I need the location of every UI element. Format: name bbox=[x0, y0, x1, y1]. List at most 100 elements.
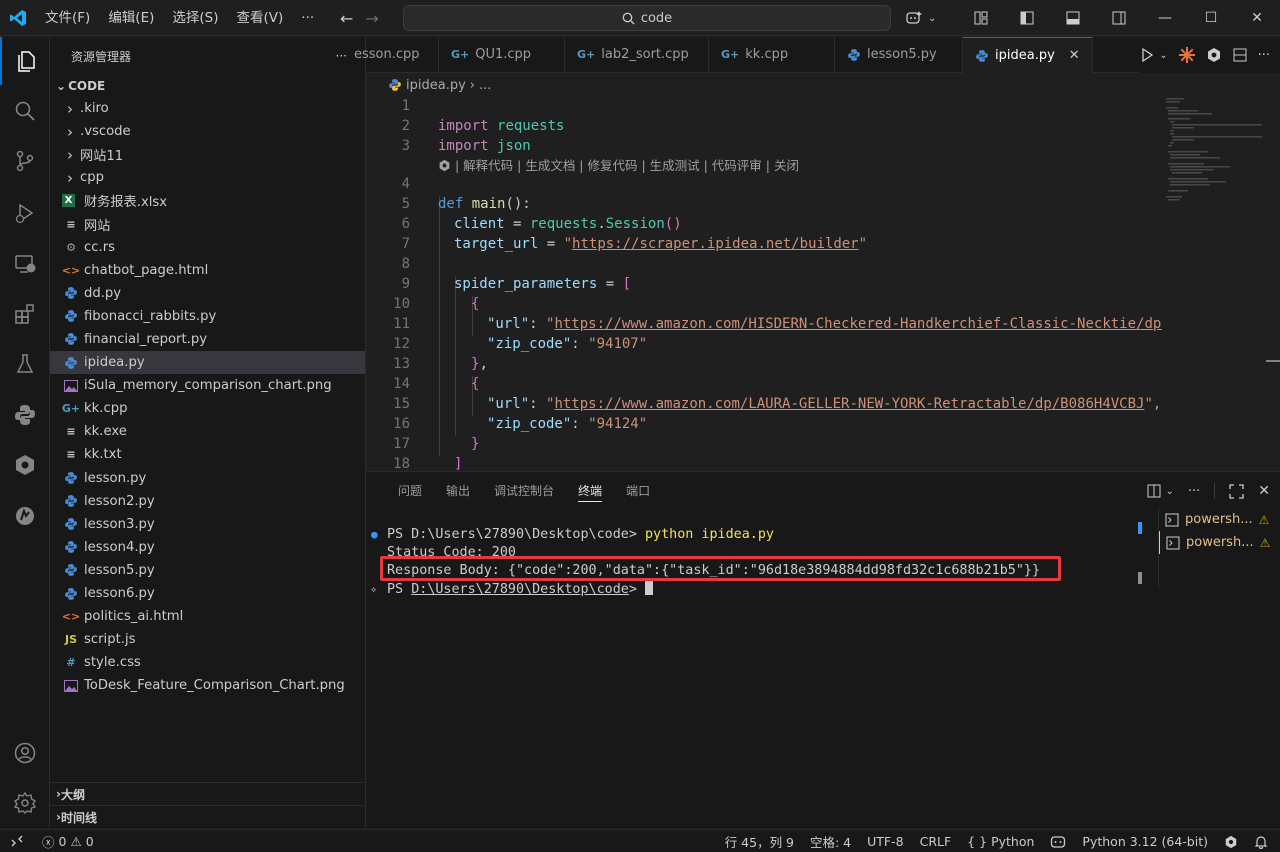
split-editor-icon[interactable] bbox=[1232, 47, 1248, 63]
tab-terminal[interactable]: 终端 bbox=[566, 472, 614, 510]
tab-ports[interactable]: 端口 bbox=[614, 472, 662, 510]
problems-indicator[interactable]: ⓧ 0 ⚠ 0 bbox=[34, 832, 102, 851]
run-debug-icon[interactable] bbox=[0, 189, 50, 237]
settings-gear-icon[interactable] bbox=[0, 779, 50, 827]
outline-section[interactable]: › 大纲 bbox=[50, 782, 366, 805]
language-mode[interactable]: { } Python bbox=[959, 834, 1042, 849]
assistant-extension-icon[interactable] bbox=[0, 492, 50, 540]
extensions-icon[interactable] bbox=[0, 290, 50, 338]
file-item[interactable]: ToDesk_Feature_Comparison_Chart.png bbox=[50, 674, 365, 697]
command-center-search[interactable]: code bbox=[403, 5, 891, 31]
tab-esson-cpp[interactable]: G+esson.cpp bbox=[354, 37, 439, 72]
file-item[interactable]: ipidea.py bbox=[50, 351, 365, 375]
terminal-path[interactable]: D:\Users\27890\Desktop\code bbox=[411, 582, 629, 597]
layout-customize-icon[interactable] bbox=[958, 0, 1004, 36]
toggle-secondary-sidebar-icon[interactable] bbox=[1096, 0, 1142, 36]
cursor-position[interactable]: 行 45，列 9 bbox=[717, 832, 802, 851]
folder-item[interactable]: › 网站11 bbox=[50, 143, 365, 166]
file-item[interactable]: ≡ kk.exe bbox=[50, 420, 365, 443]
account-icon[interactable] bbox=[0, 729, 50, 777]
codelens-actions[interactable]: | 解释代码 | 生成文档 | 修复代码 | 生成测试 | 代码评审 | 关闭 bbox=[438, 155, 799, 173]
tab-problems[interactable]: 问题 bbox=[386, 472, 434, 510]
explorer-more-button[interactable]: ··· bbox=[336, 49, 347, 63]
folder-item[interactable]: › .vscode bbox=[50, 120, 365, 143]
file-item[interactable]: <> chatbot_page.html bbox=[50, 259, 365, 282]
file-item[interactable]: lesson2.py bbox=[50, 490, 365, 513]
file-item[interactable]: <> politics_ai.html bbox=[50, 605, 365, 628]
file-item[interactable]: lesson5.py bbox=[50, 559, 365, 582]
codegeex-icon[interactable] bbox=[0, 441, 50, 489]
workspace-root[interactable]: ⌄ CODE bbox=[50, 75, 365, 97]
file-item[interactable]: iSula_memory_comparison_chart.png bbox=[50, 374, 365, 397]
file-item[interactable]: ≡ kk.txt bbox=[50, 443, 365, 466]
more-actions-icon[interactable]: ··· bbox=[1188, 484, 1200, 499]
tab-qu1-cpp[interactable]: G+ QU1.cpp bbox=[439, 37, 565, 72]
search-icon[interactable] bbox=[0, 87, 50, 135]
python-interpreter[interactable]: Python 3.12 (64-bit) bbox=[1074, 834, 1216, 849]
close-tab-icon[interactable]: ✕ bbox=[1069, 48, 1080, 63]
menu-selection[interactable]: 选择(S) bbox=[163, 0, 227, 36]
encoding[interactable]: UTF-8 bbox=[859, 834, 911, 849]
editor-scrollbar[interactable] bbox=[1266, 96, 1280, 470]
terminal-instance[interactable]: powersh... ⚠ bbox=[1159, 508, 1280, 531]
explorer-icon[interactable] bbox=[0, 37, 50, 85]
codelens-text[interactable]: | 解释代码 | 生成文档 | 修复代码 | 生成测试 | 代码评审 | 关闭 bbox=[455, 158, 799, 173]
terminal-scrollbar[interactable] bbox=[1138, 522, 1142, 586]
forward-arrow-icon[interactable]: → bbox=[365, 9, 378, 28]
file-item[interactable]: lesson.py bbox=[50, 467, 365, 490]
folder-item[interactable]: › .kiro bbox=[50, 97, 365, 120]
split-terminal-icon[interactable]: ⌄ bbox=[1146, 483, 1174, 499]
file-item[interactable]: fibonacci_rabbits.py bbox=[50, 305, 365, 328]
remote-explorer-icon[interactable] bbox=[0, 240, 50, 288]
tab-ipidea-py[interactable]: ipidea.py ✕ bbox=[963, 37, 1093, 73]
remote-indicator-icon[interactable] bbox=[0, 834, 34, 848]
file-item[interactable]: lesson6.py bbox=[50, 582, 365, 605]
more-actions-icon[interactable]: ··· bbox=[1258, 48, 1270, 63]
sparkle-icon[interactable] bbox=[1178, 46, 1196, 64]
file-item[interactable]: # style.css bbox=[50, 651, 365, 674]
scrollbar-thumb[interactable] bbox=[1138, 572, 1142, 584]
indentation[interactable]: 空格: 4 bbox=[802, 832, 859, 851]
menu-file[interactable]: 文件(F) bbox=[36, 0, 99, 36]
minimap[interactable] bbox=[1162, 96, 1266, 470]
source-control-icon[interactable] bbox=[0, 137, 50, 185]
menu-view[interactable]: 查看(V) bbox=[228, 0, 293, 36]
minimize-icon[interactable]: — bbox=[1142, 0, 1188, 36]
folder-item[interactable]: › cpp bbox=[50, 166, 365, 189]
codegeex-status-icon[interactable] bbox=[1216, 835, 1246, 849]
tab-debug-console[interactable]: 调试控制台 bbox=[482, 472, 566, 510]
codegeex-tab-icon[interactable] bbox=[1206, 47, 1222, 63]
copilot-status-icon[interactable] bbox=[1042, 835, 1074, 849]
menu-more[interactable]: ··· bbox=[292, 0, 323, 36]
toggle-sidebar-icon[interactable] bbox=[1004, 0, 1050, 36]
line-ending[interactable]: CRLF bbox=[912, 834, 960, 849]
vscode-logo-icon[interactable] bbox=[0, 0, 36, 36]
file-item[interactable]: dd.py bbox=[50, 282, 365, 305]
maximize-panel-icon[interactable] bbox=[1229, 483, 1244, 499]
close-panel-icon[interactable]: ✕ bbox=[1258, 483, 1270, 499]
file-item[interactable]: financial_report.py bbox=[50, 328, 365, 351]
notifications-bell-icon[interactable] bbox=[1246, 835, 1280, 849]
testing-flask-icon[interactable] bbox=[0, 340, 50, 388]
file-item[interactable]: lesson3.py bbox=[50, 513, 365, 536]
tab-output[interactable]: 输出 bbox=[434, 472, 482, 510]
breadcrumb-symbol[interactable]: ... bbox=[479, 78, 491, 93]
python-icon[interactable] bbox=[0, 391, 50, 439]
file-item[interactable]: X 财务报表.xlsx bbox=[50, 189, 365, 212]
toggle-panel-icon[interactable] bbox=[1050, 0, 1096, 36]
scrollbar-thumb[interactable] bbox=[1138, 522, 1142, 534]
url-link[interactable]: https://scraper.ipidea.net/builder bbox=[572, 236, 859, 252]
tab-lesson5-py[interactable]: lesson5.py bbox=[835, 37, 963, 72]
code-editor[interactable]: 1 2 3 4 5 6 7 8 9 10 11 12 13 14 15 16 17 18 import reque… bbox=[366, 96, 1162, 470]
terminal-instance[interactable]: powersh... ⚠ bbox=[1159, 531, 1280, 554]
tab-kk-cpp[interactable]: G+ kk.cpp bbox=[709, 37, 835, 72]
chevron-down-icon[interactable]: ⌄ bbox=[928, 13, 936, 24]
maximize-icon[interactable]: ☐ bbox=[1188, 0, 1234, 36]
copilot-icon[interactable] bbox=[900, 0, 928, 36]
tab-lab2-sort-cpp[interactable]: G+ lab2_sort.cpp bbox=[565, 37, 709, 72]
run-file-icon[interactable] bbox=[1139, 47, 1155, 63]
file-item[interactable]: G+ kk.cpp bbox=[50, 397, 365, 420]
timeline-section[interactable]: › 时间线 bbox=[50, 805, 366, 828]
file-item[interactable]: ⚙ cc.rs bbox=[50, 236, 365, 259]
menu-edit[interactable]: 编辑(E) bbox=[99, 0, 163, 36]
